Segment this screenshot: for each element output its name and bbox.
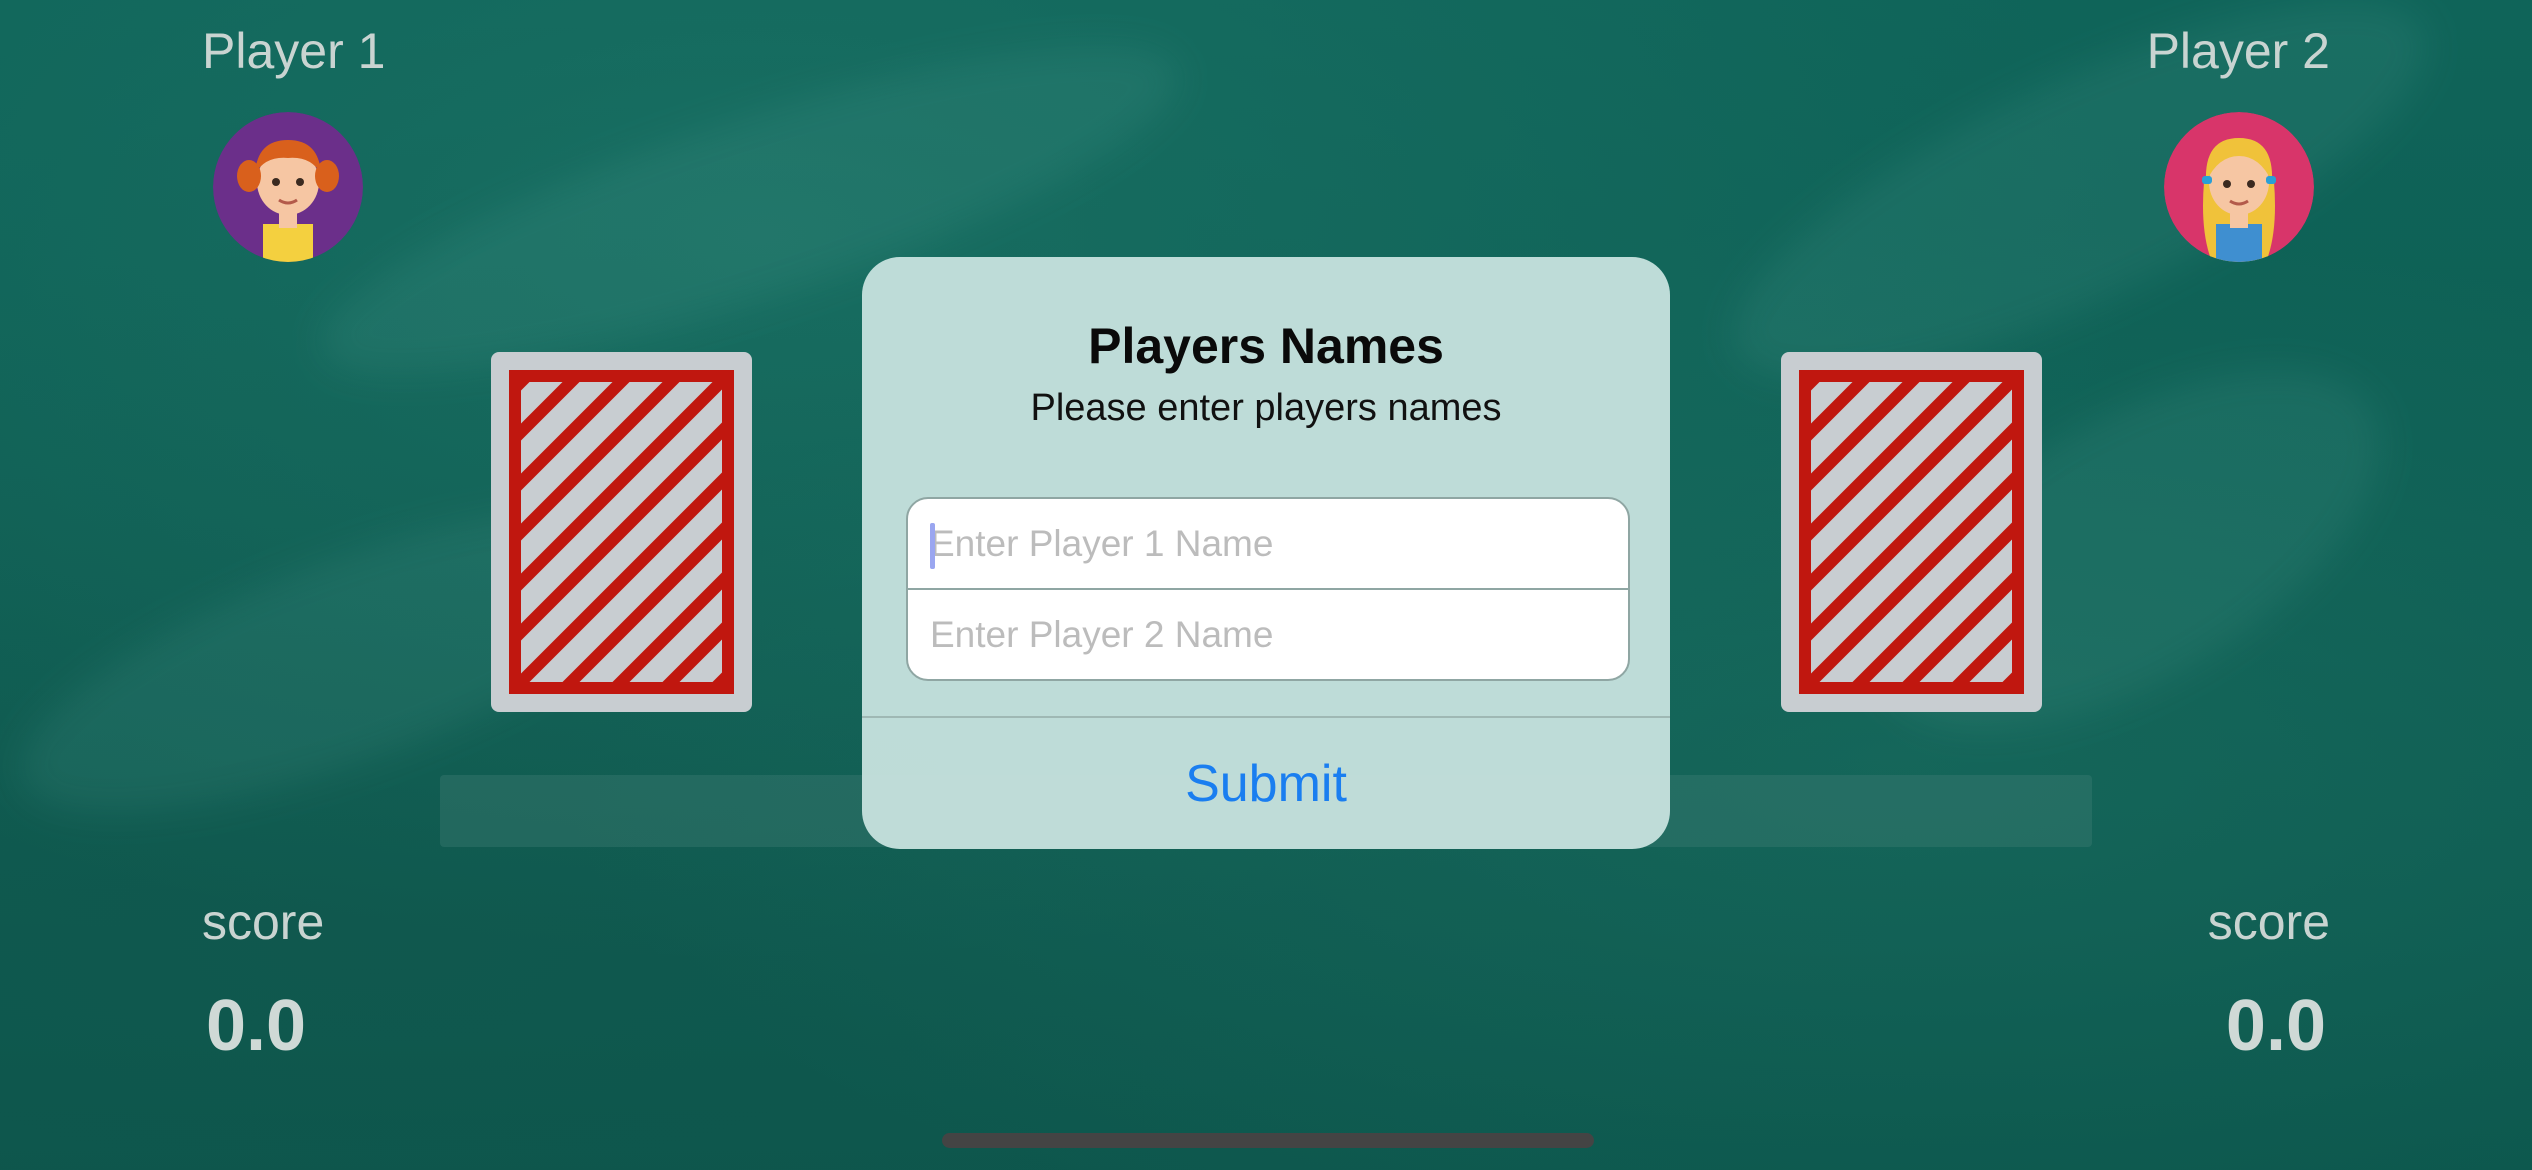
girl-redhead-avatar-icon <box>213 112 363 262</box>
player-2-avatar[interactable] <box>2164 112 2314 262</box>
player-1-score-value: 0.0 <box>206 986 307 1066</box>
players-names-dialog: Players Names Please enter players names… <box>862 257 1670 849</box>
player-1-card-back[interactable] <box>491 352 752 712</box>
player-1-score-label: score <box>202 894 325 950</box>
player-1-name-input[interactable] <box>908 499 1628 589</box>
player-2-name-input[interactable] <box>908 590 1628 679</box>
player-1-avatar[interactable] <box>213 112 363 262</box>
card-back-pattern <box>509 370 734 694</box>
dialog-message: Please enter players names <box>1030 387 1502 429</box>
home-indicator[interactable] <box>942 1133 1594 1148</box>
name-fields-group <box>906 497 1630 681</box>
player-2-score-value: 0.0 <box>2225 986 2326 1066</box>
player-2-label: Player 2 <box>2146 23 2330 79</box>
player-2-card-back[interactable] <box>1781 352 2042 712</box>
player-1-label: Player 1 <box>202 23 386 79</box>
dialog-title: Players Names <box>1088 318 1444 374</box>
text-cursor <box>930 523 935 569</box>
card-back-pattern <box>1799 370 2024 694</box>
player-2-score-label: score <box>2207 894 2330 950</box>
submit-button[interactable]: Submit <box>862 718 1670 849</box>
girl-blonde-avatar-icon <box>2164 112 2314 262</box>
